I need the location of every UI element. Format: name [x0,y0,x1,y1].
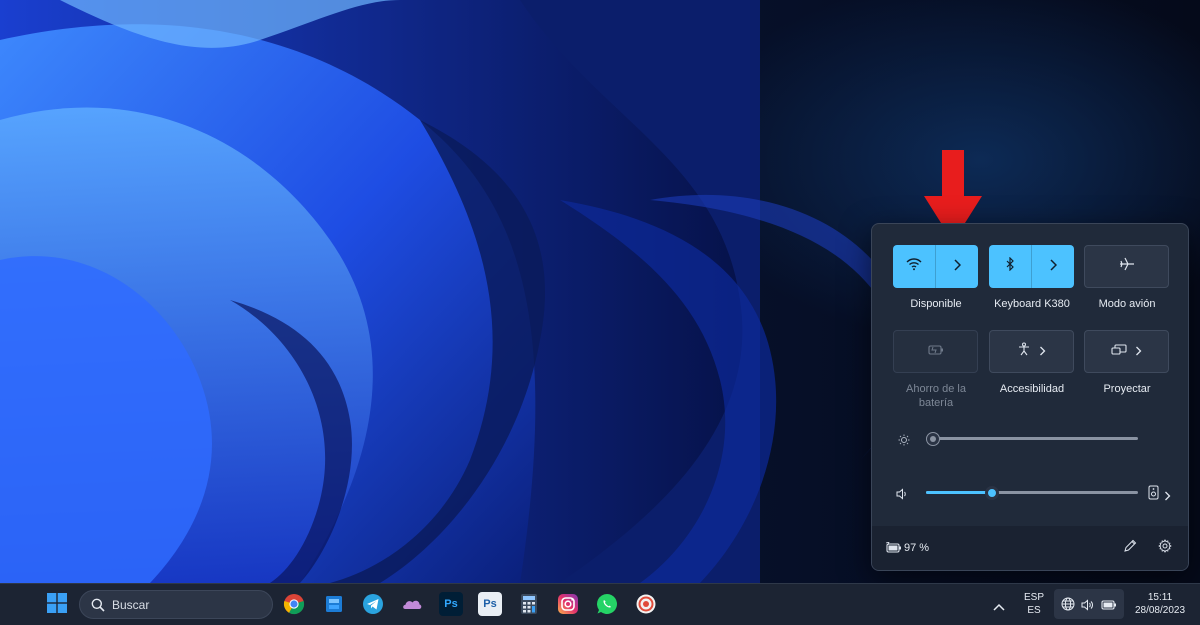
battery-saver-label: Ahorro de la batería [886,382,986,410]
volume-fill [926,491,993,494]
photoshop-elements-icon[interactable]: Ps [478,592,502,616]
network-globe-icon [1061,597,1075,616]
taskbar: Buscar Ps Ps ESP ES 15:11 28/08/2023 [0,583,1200,625]
battery-tray-icon [1101,598,1117,616]
project-icon [1111,343,1127,361]
chevron-right-icon [1039,343,1046,361]
pencil-icon [1123,539,1137,558]
bluetooth-icon [1005,256,1015,276]
quick-settings-panel: Disponible Keyboard K380 Modo avión Ahor… [871,223,1189,571]
photoshop-elements-icon-label: Ps [483,598,497,610]
brightness-slider[interactable] [926,430,1138,448]
windows-logo-icon [46,592,68,617]
files-icon[interactable] [322,592,346,616]
quick-settings-footer: 97 % [872,526,1188,570]
accessibility-tile[interactable] [989,330,1074,373]
chevron-right-icon [1135,343,1142,361]
project-label: Proyectar [1103,383,1151,395]
chevron-right-icon [1049,258,1058,276]
chrome-icon[interactable] [282,592,306,616]
battery-icon[interactable] [885,541,902,559]
clock-date: 28/08/2023 [1134,605,1186,616]
system-status-group[interactable] [1054,589,1124,619]
chevron-right-icon [953,258,962,276]
wifi-toggle[interactable] [893,245,935,288]
airplane-mode-tile[interactable] [1084,245,1169,288]
start-button[interactable] [45,592,69,616]
search-placeholder: Buscar [112,598,150,612]
battery-saver-label-line1: Ahorro de la [906,383,966,395]
language-line1: ESP [1023,592,1044,603]
calculator-icon[interactable] [517,592,541,616]
taskbar-search-box[interactable]: Buscar [79,590,273,619]
wifi-icon [906,257,922,276]
battery-saver-icon [927,343,944,361]
airplane-mode-label: Modo avión [1098,298,1156,310]
accessibility-label: Accesibilidad [999,383,1065,395]
bluetooth-label: Keyboard K380 [994,298,1070,310]
instagram-icon[interactable] [556,592,580,616]
bluetooth-toggle[interactable] [989,245,1031,288]
audio-output-chevron-icon[interactable] [1164,488,1171,506]
project-tile[interactable] [1084,330,1169,373]
whatsapp-icon[interactable] [595,592,619,616]
volume-slider[interactable] [926,484,1138,502]
photoshop-icon-label: Ps [444,598,458,610]
battery-saver-tile[interactable] [893,330,978,373]
bluetooth-tile[interactable] [989,245,1074,288]
show-hidden-icons-chevron[interactable] [993,598,1005,616]
screen-recorder-icon[interactable] [634,592,658,616]
all-settings-button[interactable] [1156,538,1174,558]
brightness-thumb[interactable] [926,432,940,446]
volume-thumb[interactable] [985,486,1000,500]
brightness-icon [898,433,910,451]
brightness-track [926,437,1138,440]
volume-icon[interactable] [896,487,908,505]
battery-percentage: 97 % [904,542,930,554]
airplane-icon [1119,257,1135,276]
audio-output-icon[interactable] [1148,485,1159,505]
language-line2: ES [1027,605,1041,616]
wifi-chevron-button[interactable] [935,245,978,288]
battery-saver-label-line2: batería [918,397,954,409]
accessibility-icon [1017,342,1031,361]
language-indicator[interactable]: ESP ES [1020,591,1048,617]
wifi-tile[interactable] [893,245,978,288]
clock[interactable]: 15:11 28/08/2023 [1128,591,1192,617]
bluetooth-chevron-button[interactable] [1031,245,1074,288]
wifi-label: Disponible [910,298,962,310]
clock-time: 15:11 [1147,592,1173,603]
telegram-icon[interactable] [361,592,385,616]
onedrive-icon[interactable] [400,592,424,616]
search-icon [91,598,105,617]
gear-icon [1158,538,1172,558]
speaker-icon [1081,598,1094,616]
photoshop-icon[interactable]: Ps [439,592,463,616]
edit-quick-settings-button[interactable] [1121,539,1139,557]
